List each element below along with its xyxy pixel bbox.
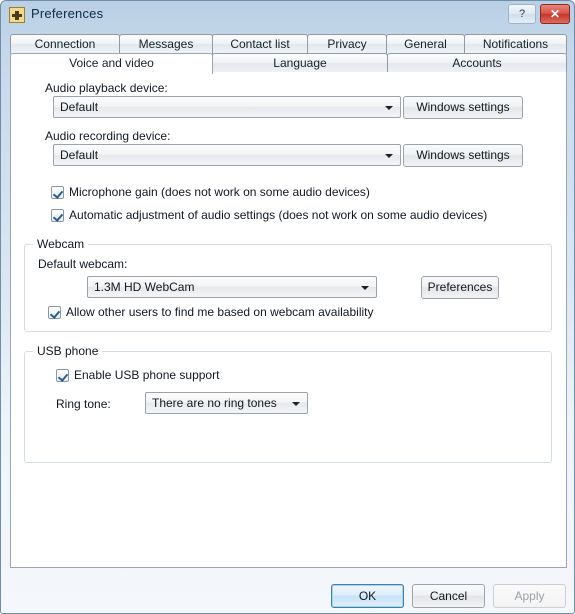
window-title: Preferences	[31, 6, 104, 21]
default-webcam-label: Default webcam:	[38, 257, 128, 271]
chevron-down-icon	[385, 106, 393, 110]
ring-tone-value: There are no ring tones	[152, 396, 277, 410]
tab-connection[interactable]: Connection	[10, 34, 120, 54]
audio-recording-label: Audio recording device:	[45, 129, 171, 143]
checkbox-checked-icon	[51, 209, 64, 222]
tab-general[interactable]: General	[386, 34, 465, 54]
audio-playback-label: Audio playback device:	[45, 81, 168, 95]
apply-button: Apply	[493, 584, 566, 608]
enable-usb-phone-label: Enable USB phone support	[74, 368, 220, 382]
audio-recording-value: Default	[60, 148, 99, 162]
tab-voice-and-video[interactable]: Voice and video	[10, 53, 213, 74]
chevron-down-icon	[292, 402, 300, 406]
app-icon	[9, 7, 25, 23]
default-webcam-value: 1.3M HD WebCam	[94, 280, 195, 294]
automatic-adjustment-label: Automatic adjustment of audio settings (…	[69, 208, 488, 222]
ok-button[interactable]: OK	[331, 584, 404, 608]
tab-contact-list[interactable]: Contact list	[212, 34, 308, 54]
audio-recording-combo[interactable]: Default	[53, 144, 401, 166]
audio-recording-windows-settings-button[interactable]: Windows settings	[403, 144, 523, 167]
tab-row-top: Connection Messages Contact list Privacy…	[10, 34, 567, 54]
audio-playback-value: Default	[60, 100, 99, 114]
tab-privacy[interactable]: Privacy	[307, 34, 387, 54]
chevron-down-icon	[385, 154, 393, 158]
tab-row-bottom: Voice and video Language Accounts	[10, 53, 567, 74]
voice-and-video-panel: Audio playback device: Default Windows s…	[10, 72, 567, 568]
ring-tone-label: Ring tone:	[56, 397, 111, 411]
checkbox-checked-icon	[51, 186, 64, 199]
tab-messages[interactable]: Messages	[119, 34, 213, 54]
chevron-down-icon	[361, 286, 369, 290]
tab-strip: Connection Messages Contact list Privacy…	[10, 34, 567, 74]
webcam-preferences-button[interactable]: Preferences	[421, 276, 499, 299]
audio-playback-combo[interactable]: Default	[53, 96, 401, 118]
webcam-group-title: Webcam	[33, 237, 89, 251]
default-webcam-combo[interactable]: 1.3M HD WebCam	[87, 276, 377, 298]
tab-accounts[interactable]: Accounts	[387, 53, 567, 73]
tab-notifications[interactable]: Notifications	[464, 34, 567, 54]
cancel-button[interactable]: Cancel	[412, 584, 485, 608]
checkbox-checked-icon	[56, 369, 69, 382]
usb-phone-group-title: USB phone	[33, 344, 103, 358]
close-button[interactable]: ✕	[540, 4, 570, 24]
tab-language[interactable]: Language	[212, 53, 388, 73]
microphone-gain-label: Microphone gain (does not work on some a…	[69, 185, 370, 199]
dialog-footer: OK Cancel Apply	[1, 574, 574, 613]
preferences-dialog: Preferences ? ✕ Connection Messages Cont…	[0, 0, 575, 614]
checkbox-checked-icon	[48, 306, 61, 319]
help-button[interactable]: ?	[508, 4, 536, 24]
webcam-group: Webcam Default webcam: 1.3M HD WebCam Pr…	[24, 237, 552, 332]
audio-playback-windows-settings-button[interactable]: Windows settings	[403, 96, 523, 119]
ring-tone-combo[interactable]: There are no ring tones	[145, 392, 308, 414]
usb-phone-group: USB phone Enable USB phone support Ring …	[24, 344, 552, 463]
title-bar: Preferences ? ✕	[1, 1, 574, 30]
allow-webcam-discovery-label: Allow other users to find me based on we…	[66, 305, 374, 319]
